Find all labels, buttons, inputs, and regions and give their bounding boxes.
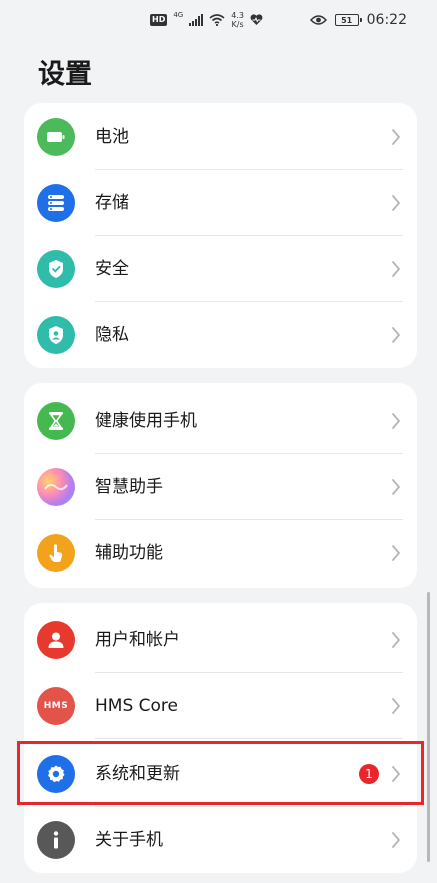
scrollbar[interactable] <box>427 592 430 862</box>
status-right: 51 06:22 <box>309 10 407 30</box>
divider <box>95 738 403 739</box>
wifi-icon <box>209 14 225 26</box>
battery-icon <box>37 118 75 156</box>
chevron-right-icon <box>392 327 400 343</box>
hd-badge: HD <box>150 14 168 26</box>
settings-item-assistant[interactable]: 智慧助手 <box>24 454 417 520</box>
privacy-icon <box>37 316 75 354</box>
settings-item-label: HMS Core <box>95 696 178 716</box>
chevron-right-icon <box>392 129 400 145</box>
shield-icon <box>37 250 75 288</box>
storage-icon <box>37 184 75 222</box>
settings-item-label: 隐私 <box>95 325 129 345</box>
settings-item-label: 关于手机 <box>95 830 163 850</box>
settings-item-label: 辅助功能 <box>95 543 163 563</box>
chevron-right-icon <box>392 479 400 495</box>
info-icon <box>37 821 75 859</box>
page-title: 设置 <box>38 59 92 90</box>
highlight-box <box>17 741 424 805</box>
chevron-right-icon <box>392 545 400 561</box>
settings-item-label: 电池 <box>95 127 129 147</box>
chevron-right-icon <box>392 832 400 848</box>
chevron-right-icon <box>392 195 400 211</box>
settings-group-3: 用户和帐户 HMS HMS Core 系统和更新 1 关于手机 <box>24 603 417 873</box>
battery-level: 51 <box>341 15 353 25</box>
settings-group-1: 电池 存储 安全 隐私 <box>24 103 417 368</box>
network-speed: 4.3 K/s <box>231 11 244 29</box>
signal-icon <box>189 14 204 26</box>
settings-item-label: 安全 <box>95 259 129 279</box>
hand-icon <box>37 534 75 572</box>
hms-icon-text: HMS <box>43 701 69 711</box>
settings-item-storage[interactable]: 存储 <box>24 170 417 236</box>
settings-item-about-phone[interactable]: 关于手机 <box>24 807 417 873</box>
settings-item-battery[interactable]: 电池 <box>24 104 417 170</box>
status-left: HD 4G 4.3 K/s <box>150 10 263 30</box>
settings-item-digital-balance[interactable]: 健康使用手机 <box>24 388 417 454</box>
settings-item-users-accounts[interactable]: 用户和帐户 <box>24 607 417 673</box>
settings-item-privacy[interactable]: 隐私 <box>24 302 417 368</box>
settings-group-2: 健康使用手机 智慧助手 辅助功能 <box>24 383 417 588</box>
speed-unit: K/s <box>231 20 244 29</box>
settings-item-label: 用户和帐户 <box>95 630 180 650</box>
settings-item-security[interactable]: 安全 <box>24 236 417 302</box>
speed-value: 4.3 <box>231 11 244 20</box>
chevron-right-icon <box>392 698 400 714</box>
settings-item-label: 智慧助手 <box>95 477 163 497</box>
health-heart-icon <box>250 14 263 25</box>
settings-item-label: 存储 <box>95 193 129 213</box>
hourglass-icon <box>37 402 75 440</box>
settings-item-accessibility[interactable]: 辅助功能 <box>24 520 417 586</box>
eye-icon <box>309 15 327 25</box>
chevron-right-icon <box>392 632 400 648</box>
chevron-right-icon <box>392 261 400 277</box>
assistant-icon <box>37 468 75 506</box>
clock: 06:22 <box>366 12 407 28</box>
status-bar: HD 4G 4.3 K/s 51 06:22 <box>0 0 437 40</box>
chevron-right-icon <box>392 413 400 429</box>
hms-icon: HMS <box>37 687 75 725</box>
settings-item-hms-core[interactable]: HMS HMS Core <box>24 673 417 739</box>
settings-item-label: 健康使用手机 <box>95 411 197 431</box>
battery-indicator: 51 <box>334 14 362 26</box>
network-type: 4G <box>173 11 184 19</box>
user-icon <box>37 621 75 659</box>
